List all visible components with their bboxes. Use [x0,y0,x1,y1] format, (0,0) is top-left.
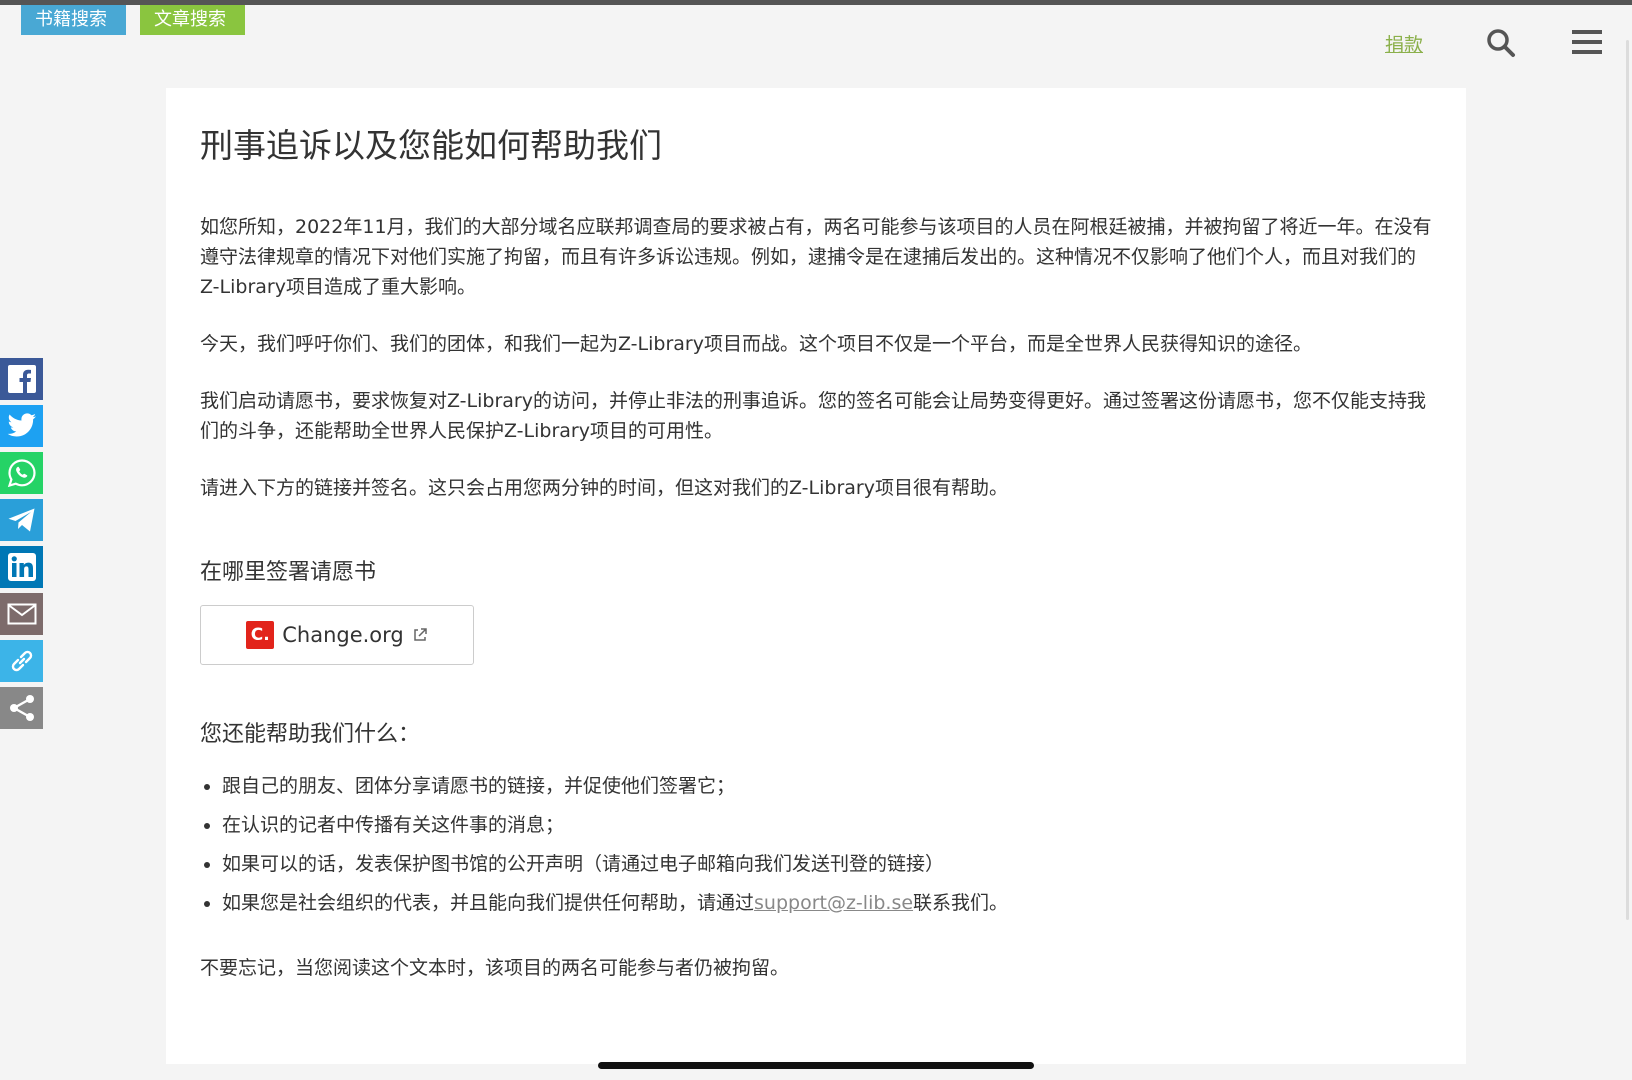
facebook-icon [7,365,36,393]
copy-link-button[interactable] [0,640,43,682]
share-email-button[interactable] [0,593,43,635]
share-twitter-button[interactable] [0,405,43,447]
petition-button-label: Change.org [282,623,404,647]
sign-petition-heading: 在哪里签署请愿书 [200,560,377,585]
scrollbar[interactable] [1626,40,1629,920]
list-item: 如果您是社会组织的代表，并且能向我们提供任何帮助，请通过support@z-li… [222,884,1432,923]
linkedin-icon [7,553,36,581]
list-item: 如果可以的话，发表保护图书馆的公开声明（请通过电子邮箱向我们发送刊登的链接） [222,845,1432,884]
whatsapp-icon [7,459,36,488]
share-facebook-button[interactable] [0,358,43,400]
list-item: 在认识的记者中传播有关这件事的消息； [222,806,1432,845]
change-org-logo-icon: C. [246,621,275,649]
email-icon [7,603,36,625]
share-icon [9,695,34,721]
paragraph-1: 如您所知，2022年11月，我们的大部分域名应联邦调查局的要求被占有，两名可能参… [200,216,1432,298]
share-more-button[interactable] [0,687,43,729]
help-list: 跟自己的朋友、团体分享请愿书的链接，并促使他们签署它； 在认识的记者中传播有关这… [200,767,1432,923]
share-linkedin-button[interactable] [0,546,43,588]
share-telegram-button[interactable] [0,499,43,541]
paragraph-3: 我们启动请愿书，要求恢复对Z-Library的访问，并停止非法的刑事追诉。您的签… [200,390,1426,442]
closing-paragraph: 不要忘记，当您阅读这个文本时，该项目的两名可能参与者仍被拘留。 [200,957,790,979]
social-share-bar [0,358,43,734]
tab-articles-search[interactable]: 文章搜索 [140,5,245,35]
paragraph-2: 今天，我们呼吁你们、我们的团体，和我们一起为Z-Library项目而战。这个项目… [200,333,1312,355]
paragraph-4: 请进入下方的链接并签名。这只会占用您两分钟的时间，但这对我们的Z-Library… [200,477,1008,499]
change-org-petition-button[interactable]: C. Change.org [200,605,474,665]
tab-books-search[interactable]: 书籍搜索 [21,5,126,35]
telegram-icon [8,508,34,532]
search-icon[interactable] [1486,28,1516,58]
contact-text-prefix: 如果您是社会组织的代表，并且能向我们提供任何帮助，请通过 [222,892,755,914]
article-card: 刑事追诉以及您能如何帮助我们 如您所知，2022年11月，我们的大部分域名应联邦… [166,88,1466,1064]
donate-link[interactable]: 捐款 [1385,30,1423,57]
how-to-help-heading: 您还能帮助我们什么： [200,722,421,747]
support-email-link[interactable]: support@z-lib.se [754,892,913,914]
list-item: 跟自己的朋友、团体分享请愿书的链接，并促使他们签署它； [222,767,1432,806]
home-indicator [598,1062,1034,1069]
link-icon [11,650,32,672]
contact-text-suffix: 联系我们。 [913,892,1009,914]
share-whatsapp-button[interactable] [0,452,43,494]
twitter-icon [7,413,36,437]
hamburger-menu-icon[interactable] [1572,28,1602,56]
page-title: 刑事追诉以及您能如何帮助我们 [200,126,662,165]
external-link-icon [414,628,427,641]
